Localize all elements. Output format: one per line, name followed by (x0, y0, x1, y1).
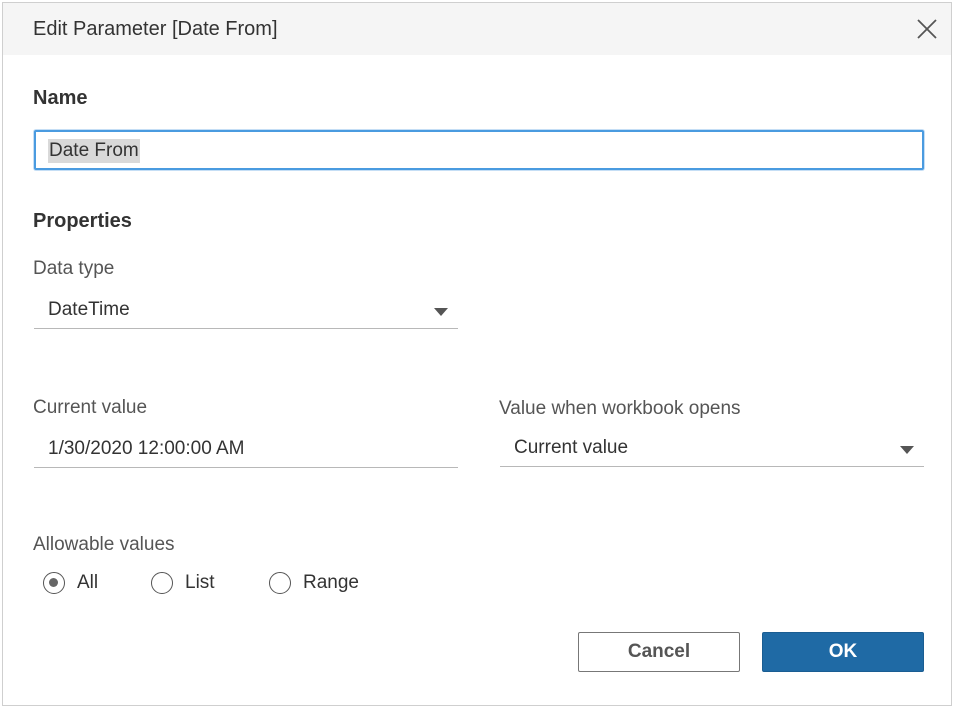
current-value-field[interactable]: 1/30/2020 12:00:00 AM (34, 434, 458, 468)
radio-selected-icon (43, 572, 65, 594)
data-type-dropdown[interactable]: DateTime (34, 295, 458, 329)
cancel-button[interactable]: Cancel (578, 632, 740, 672)
name-section-label: Name (33, 87, 88, 109)
workbook-opens-label: Value when workbook opens (499, 398, 741, 419)
current-value-label: Current value (33, 397, 148, 418)
workbook-opens-value: Current value (514, 437, 629, 458)
chevron-down-icon (434, 308, 448, 316)
data-type-label: Data type (33, 258, 115, 279)
radio-unselected-icon (151, 572, 173, 594)
name-input-value: Date From (48, 139, 140, 163)
close-button[interactable] (915, 17, 939, 41)
data-type-value: DateTime (48, 299, 130, 320)
radio-unselected-icon (269, 572, 291, 594)
radio-all[interactable]: All (43, 572, 98, 594)
radio-list-label: List (185, 572, 215, 593)
edit-parameter-dialog: Edit Parameter [Date From] Name Date Fro… (2, 2, 952, 706)
workbook-opens-dropdown[interactable]: Current value (500, 433, 924, 467)
dialog-titlebar: Edit Parameter [Date From] (3, 3, 951, 55)
ok-button[interactable]: OK (762, 632, 924, 672)
radio-list[interactable]: List (151, 572, 215, 594)
radio-all-label: All (77, 572, 99, 593)
properties-section-label: Properties (33, 210, 132, 232)
dialog-title: Edit Parameter [Date From] (33, 18, 278, 40)
chevron-down-icon (900, 446, 914, 454)
radio-range[interactable]: Range (269, 572, 359, 594)
radio-range-label: Range (303, 572, 359, 593)
current-value-text: 1/30/2020 12:00:00 AM (48, 438, 245, 459)
close-icon (917, 19, 937, 39)
name-input[interactable]: Date From (34, 130, 924, 170)
allowable-values-label: Allowable values (33, 534, 175, 555)
